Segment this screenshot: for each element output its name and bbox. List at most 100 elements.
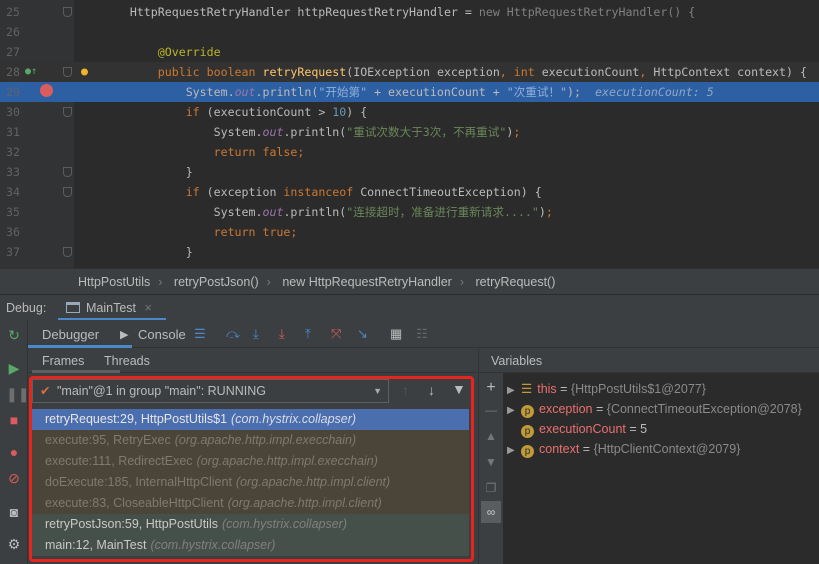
frame-row[interactable]: execute:95, RetryExec (org.apache.http.im… [32, 430, 469, 451]
move-up-icon[interactable]: ▲ [484, 429, 498, 443]
variable-name: executionCount [539, 422, 626, 436]
variable-row[interactable]: ▶ p context = {HttpClientContext@2079} [507, 439, 740, 459]
code-line[interactable]: 26 [0, 22, 819, 42]
breakpoint-icon[interactable] [40, 84, 53, 97]
variables-panel: Variables + — ▲ ▼ ❐ ∞ ▶ ☰ this = {HttpPost… [478, 349, 819, 564]
code-line[interactable]: 34 if (exception instanceof ConnectTimeo… [0, 182, 819, 202]
thread-label: "main"@1 in group "main": RUNNING [57, 384, 266, 398]
variable-row[interactable]: ▶ ☰ this = {HttpPostUtils$1@2077} [507, 379, 706, 399]
code-line[interactable]: 29 System.out.println("开始第" + executionC… [0, 82, 819, 102]
code-line[interactable]: 36 return true; [0, 222, 819, 242]
code-token: System. [213, 125, 263, 139]
run-to-cursor-icon[interactable]: ↘ [357, 326, 368, 342]
filter-icon[interactable]: ▼ [452, 381, 466, 397]
tab-frames[interactable]: Frames [42, 354, 84, 368]
code-token: out [234, 85, 256, 99]
expand-arrow-icon[interactable]: ▶ [507, 381, 521, 401]
code-line[interactable]: 33 } [0, 162, 819, 182]
view-breakpoints-icon[interactable]: ● [6, 444, 22, 460]
code-text: System.out.println("连接超时，准备进行重新请求...."); [74, 202, 553, 222]
breadcrumb-item[interactable]: retryRequest() [476, 275, 556, 289]
force-step-into-icon[interactable]: ⤓ [279, 326, 285, 342]
code-line[interactable]: 32 return false; [0, 142, 819, 162]
stop-icon[interactable]: ■ [6, 412, 22, 428]
debug-label: Debug: [6, 301, 47, 315]
pause-icon[interactable]: ❚❚ [6, 386, 29, 402]
frame-package: (org.apache.http.impl.client) [235, 475, 391, 489]
move-down-icon[interactable]: ▼ [484, 455, 498, 469]
code-editor[interactable]: 25 HttpRequestRetryHandler httpRequestRe… [0, 0, 819, 268]
rerun-icon[interactable]: ↻ [6, 327, 22, 343]
show-execution-point-icon[interactable]: ☰ [194, 326, 206, 342]
tab-threads[interactable]: Threads [104, 354, 150, 368]
drop-frame-icon[interactable]: ⤧ [331, 326, 341, 342]
trace-icon[interactable]: ☷ [416, 326, 428, 342]
settings-gear-icon[interactable]: ⚙ [6, 536, 22, 552]
code-token: "次重试！" [506, 85, 568, 99]
code-token: ); [567, 85, 582, 99]
breadcrumb-item[interactable]: new HttpRequestRetryHandler [282, 275, 452, 289]
step-into-icon[interactable]: ⤓ [253, 326, 259, 342]
code-token: ; [513, 125, 521, 139]
variable-row[interactable]: ▶ p exception = {ConnectTimeoutException@2… [507, 399, 802, 419]
frame-row[interactable]: doExecute:185, InternalHttpClient (org.ap… [32, 472, 469, 493]
camera-icon[interactable]: ◙ [6, 504, 22, 520]
next-frame-icon[interactable]: ↓ [428, 382, 435, 398]
expand-arrow-icon[interactable]: ▶ [507, 441, 521, 461]
code-line[interactable]: 27 @Override [0, 42, 819, 62]
tab-console[interactable]: Console [138, 327, 186, 342]
fold-icon[interactable] [63, 67, 72, 77]
expand-arrow-icon[interactable]: ▶ [507, 401, 521, 421]
frame-row[interactable]: execute:111, RedirectExec (org.apache.htt… [32, 451, 469, 472]
frame-row[interactable]: retryRequest:29, HttpPostUtils$1 (com.hys… [32, 409, 469, 430]
frame-method: retryPostJson:59, HttpPostUtils [45, 517, 218, 531]
override-marker-icon[interactable]: ●↑ [25, 62, 37, 82]
frame-row[interactable]: retryPostJson:59, HttpPostUtils (com.hyst… [32, 514, 469, 535]
thread-selector[interactable]: ✔ "main"@1 in group "main": RUNNING ▼ [32, 379, 389, 403]
tab-debugger[interactable]: Debugger [42, 327, 99, 342]
code-token: 10 [332, 105, 347, 119]
code-line[interactable]: 30 if (executionCount > 10) { [0, 102, 819, 122]
add-watch-icon[interactable]: + [484, 379, 498, 397]
step-out-icon[interactable]: ⤒ [305, 326, 311, 342]
code-token: ) [538, 205, 546, 219]
copy-icon[interactable]: ❐ [484, 481, 498, 495]
frame-row[interactable]: main:12, MainTest (com.hystrix.collapser) [32, 535, 469, 556]
remove-watch-icon[interactable]: — [484, 403, 498, 417]
code-token: out [262, 125, 284, 139]
fold-icon[interactable] [63, 247, 72, 257]
frame-method: doExecute:185, InternalHttpClient [45, 475, 232, 489]
line-number: 28 [6, 65, 20, 79]
fold-icon[interactable] [63, 187, 72, 197]
breadcrumb-item[interactable]: HttpPostUtils [78, 275, 150, 289]
variable-row[interactable]: p executionCount = 5 [507, 419, 647, 439]
watches-glasses-icon[interactable]: ∞ [481, 501, 501, 523]
code-line[interactable]: 28 ●↑ ● public boolean retryRequest(IOExce… [0, 62, 819, 82]
code-token: HttpRequestRetryHandler() { [506, 5, 696, 19]
frames-panel: ✔ "main"@1 in group "main": RUNNING ▼ ↑ … [28, 373, 476, 564]
tab-maintest[interactable]: MainTest × [58, 295, 166, 321]
close-icon[interactable]: × [145, 301, 152, 315]
evaluate-expression-icon[interactable]: ▦ [390, 326, 402, 342]
previous-frame-icon[interactable]: ↑ [402, 382, 409, 398]
frame-row[interactable]: execute:83, CloseableHttpClient (org.apac… [32, 493, 469, 514]
fold-icon[interactable] [63, 107, 72, 117]
code-line[interactable]: 31 System.out.println("重试次数大于3次，不再重试"); [0, 122, 819, 142]
code-line[interactable]: 35 System.out.println("连接超时，准备进行重新请求....… [0, 202, 819, 222]
code-text: if (exception instanceof ConnectTimeoutE… [74, 182, 542, 202]
fold-icon[interactable] [63, 7, 72, 17]
code-line[interactable]: 37 } [0, 242, 819, 262]
breadcrumb-item[interactable]: retryPostJson() [174, 275, 259, 289]
code-token: "开始第" [318, 85, 368, 99]
step-over-icon[interactable]: ⤼ [226, 326, 240, 342]
code-token: HttpRequestRetryHandler httpRequestRetry… [129, 5, 479, 19]
code-token: , [499, 65, 514, 79]
mute-breakpoints-icon[interactable]: ⊘ [6, 470, 22, 486]
frame-package: (org.apache.http.impl.execchain) [196, 454, 378, 468]
resume-icon[interactable]: ▶ [6, 360, 22, 376]
code-line[interactable]: 25 HttpRequestRetryHandler httpRequestRe… [0, 2, 819, 22]
chevron-down-icon: ▼ [373, 386, 382, 396]
code-text: return false; [74, 142, 305, 162]
fold-icon[interactable] [63, 167, 72, 177]
code-token: .println( [283, 125, 347, 139]
